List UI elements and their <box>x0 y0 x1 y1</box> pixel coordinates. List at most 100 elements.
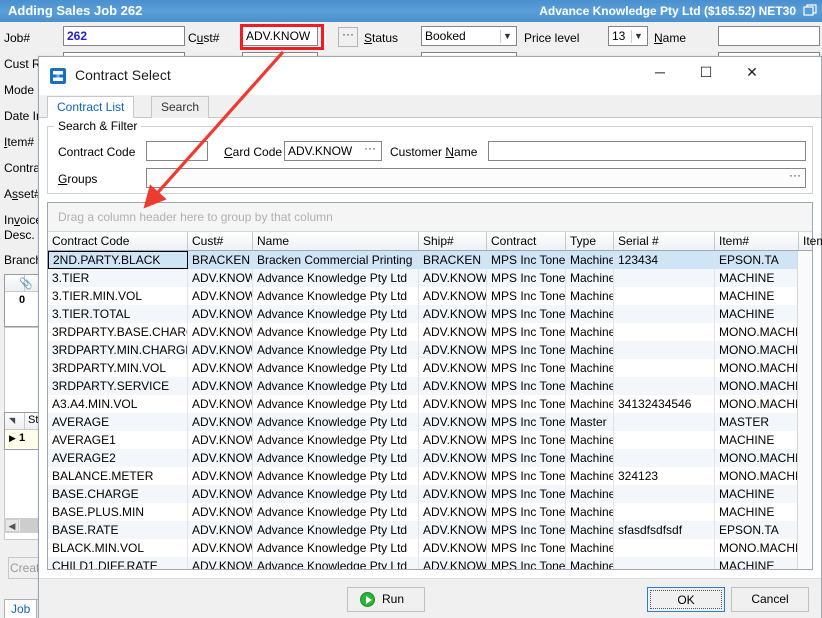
cell-ship: ADV.KNOW <box>419 287 487 305</box>
cell-cust: ADV.KNOW <box>188 485 253 503</box>
grid-column-header-type[interactable]: Type <box>566 232 614 250</box>
groups-lookup-button[interactable]: ··· <box>786 169 804 187</box>
table-row[interactable]: 3RDPARTY.SERVICEADV.KNOWAdvance Knowledg… <box>48 377 812 395</box>
table-row[interactable]: BLACK.MIN.VOLADV.KNOWAdvance Knowledge P… <box>48 539 812 557</box>
run-button[interactable]: Run <box>347 587 425 612</box>
price-level-combo[interactable]: 13 ▼ <box>608 26 648 46</box>
cell-serial <box>614 485 715 503</box>
name-field[interactable] <box>718 26 820 46</box>
attachments-mini-grid-row[interactable]: 0 <box>5 292 39 310</box>
cell-cust: ADV.KNOW <box>188 359 253 377</box>
table-row[interactable]: 3RDPARTY.MIN.CHARGEADV.KNOWAdvance Knowl… <box>48 341 812 359</box>
table-row[interactable]: AVERAGE2ADV.KNOWAdvance Knowledge Pty Lt… <box>48 449 812 467</box>
cancel-button[interactable]: Cancel <box>731 587 809 612</box>
groups-input[interactable] <box>146 168 806 188</box>
dialog-tabstrip: Contract List Search <box>39 95 821 118</box>
cell-contract_code: AVERAGE1 <box>48 431 188 449</box>
grid-column-header-contract[interactable]: Contract <box>487 232 566 250</box>
cust-code-field[interactable]: ADV.KNOW <box>242 26 318 46</box>
cust-code-lookup-button[interactable]: ··· <box>338 27 358 47</box>
restore-window-icon[interactable] <box>802 4 818 18</box>
chevron-down-icon: ▼ <box>500 30 514 43</box>
rownum-grid-row[interactable]: ▶ 1 <box>5 430 39 448</box>
cell-type: Machine <box>566 521 614 539</box>
status-combo[interactable]: Booked ▼ <box>421 26 517 46</box>
table-row[interactable]: BASE.PLUS.MINADV.KNOWAdvance Knowledge P… <box>48 503 812 521</box>
cell-name: Advance Knowledge Pty Ltd <box>253 323 419 341</box>
table-row[interactable]: AVERAGE1ADV.KNOWAdvance Knowledge Pty Lt… <box>48 431 812 449</box>
grid-column-header-item_desc[interactable]: Item Desc. <box>799 232 822 250</box>
ok-button-label: OK <box>650 590 722 609</box>
grid-column-header-cust[interactable]: Cust# <box>188 232 253 250</box>
cell-name: Advance Knowledge Pty Ltd <box>253 395 419 413</box>
grid-column-header-contract_code[interactable]: Contract Code <box>48 232 188 250</box>
cell-item: MONO.MACHINE <box>715 359 799 377</box>
cell-ship: ADV.KNOW <box>419 341 487 359</box>
table-row[interactable]: 3.TIERADV.KNOWAdvance Knowledge Pty LtdA… <box>48 269 812 287</box>
cell-contract_code: 3RDPARTY.SERVICE <box>48 377 188 395</box>
cell-item: MONO.MACHINE <box>715 377 799 395</box>
cell-contract: MPS Inc Toner <box>487 557 566 569</box>
table-row[interactable]: 2ND.PARTY.BLACKBRACKENBracken Commercial… <box>48 251 812 269</box>
cell-contract_code: 3.TIER.MIN.VOL <box>48 287 188 305</box>
background-customer-summary: Advance Knowledge Pty Ltd ($165.52) NET3… <box>539 4 796 18</box>
minimize-icon[interactable]: ─ <box>637 57 683 87</box>
cell-serial <box>614 305 715 323</box>
tab-contract-list[interactable]: Contract List <box>47 96 134 118</box>
table-row[interactable]: 3RDPARTY.BASE.CHARGE ADV.KNOWAdvance Know… <box>48 323 812 341</box>
cell-type: Machine <box>566 539 614 557</box>
cell-contract: MPS Inc Toner <box>487 431 566 449</box>
table-row[interactable]: BASE.CHARGEADV.KNOWAdvance Knowledge Pty… <box>48 485 812 503</box>
card-code-lookup-button[interactable]: ··· <box>360 142 380 160</box>
table-row[interactable]: A3.A4.MIN.VOLADV.KNOWAdvance Knowledge P… <box>48 395 812 413</box>
label-card-code: Card Code <box>224 145 282 159</box>
grid-column-header-name[interactable]: Name <box>253 232 419 250</box>
cell-serial: sfasdfsdfsdf <box>614 521 715 539</box>
grid-column-header-ship[interactable]: Ship# <box>419 232 487 250</box>
table-row[interactable]: CHILD1.DIFF.RATEADV.KNOWAdvance Knowledg… <box>48 557 812 569</box>
rownum-grid[interactable]: St ◥ ▶ 1 <box>4 412 40 450</box>
cell-type: Machine <box>566 485 614 503</box>
cell-serial <box>614 413 715 431</box>
cell-type: Machine <box>566 503 614 521</box>
cell-type: Machine <box>566 449 614 467</box>
cell-ship: ADV.KNOW <box>419 467 487 485</box>
table-row[interactable]: BALANCE.METERADV.KNOWAdvance Knowledge P… <box>48 467 812 485</box>
scrollbar-track[interactable] <box>20 519 39 532</box>
ok-button[interactable]: OK <box>647 587 725 612</box>
grid-column-header-item[interactable]: Item# <box>715 232 799 250</box>
cell-serial <box>614 323 715 341</box>
table-row[interactable]: 3RDPARTY.MIN.VOLADV.KNOWAdvance Knowledg… <box>48 359 812 377</box>
dialog-content: Search & Filter Contract Code Card Code … <box>39 118 821 578</box>
grid-column-header-serial[interactable]: Serial # <box>614 232 715 250</box>
group-by-drop-area[interactable]: Drag a column header here to group by th… <box>48 203 812 232</box>
play-icon <box>360 592 375 607</box>
tab-search[interactable]: Search <box>151 96 209 118</box>
table-row[interactable]: 3.TIER.TOTALADV.KNOWAdvance Knowledge Pt… <box>48 305 812 323</box>
cell-name: Advance Knowledge Pty Ltd <box>253 305 419 323</box>
cell-item: MONO.MACHINE <box>715 467 799 485</box>
tab-job[interactable]: Job <box>4 599 37 618</box>
label-asset: Asset# <box>4 187 41 201</box>
grid-vertical-scrollbar[interactable] <box>797 251 812 569</box>
cell-cust: ADV.KNOW <box>188 503 253 521</box>
close-icon[interactable]: ✕ <box>729 57 775 87</box>
contract-code-input[interactable] <box>146 141 208 161</box>
grid-header-row[interactable]: Contract CodeCust#NameShip#ContractTypeS… <box>48 232 812 251</box>
cell-name: Advance Knowledge Pty Ltd <box>253 503 419 521</box>
maximize-icon[interactable]: ☐ <box>683 57 729 87</box>
horizontal-scrollbar[interactable]: ◀ <box>4 518 40 533</box>
cell-contract: MPS Inc Toner <box>487 395 566 413</box>
attachments-mini-grid[interactable]: 📎 0 <box>4 274 40 327</box>
scroll-left-button[interactable]: ◀ <box>5 519 19 532</box>
cell-item: MONO.MACHINE <box>715 539 799 557</box>
cell-name: Advance Knowledge Pty Ltd <box>253 359 419 377</box>
cell-ship: ADV.KNOW <box>419 323 487 341</box>
job-number-field[interactable]: 262 <box>63 26 185 46</box>
table-row[interactable]: AVERAGEADV.KNOWAdvance Knowledge Pty Ltd… <box>48 413 812 431</box>
table-row[interactable]: BASE.RATEADV.KNOWAdvance Knowledge Pty L… <box>48 521 812 539</box>
grid-rows-container[interactable]: 2ND.PARTY.BLACKBRACKENBracken Commercial… <box>48 251 812 569</box>
cell-contract_code: 3RDPARTY.BASE.CHARGE <box>48 323 188 341</box>
customer-name-input[interactable] <box>488 141 806 161</box>
table-row[interactable]: 3.TIER.MIN.VOLADV.KNOWAdvance Knowledge … <box>48 287 812 305</box>
